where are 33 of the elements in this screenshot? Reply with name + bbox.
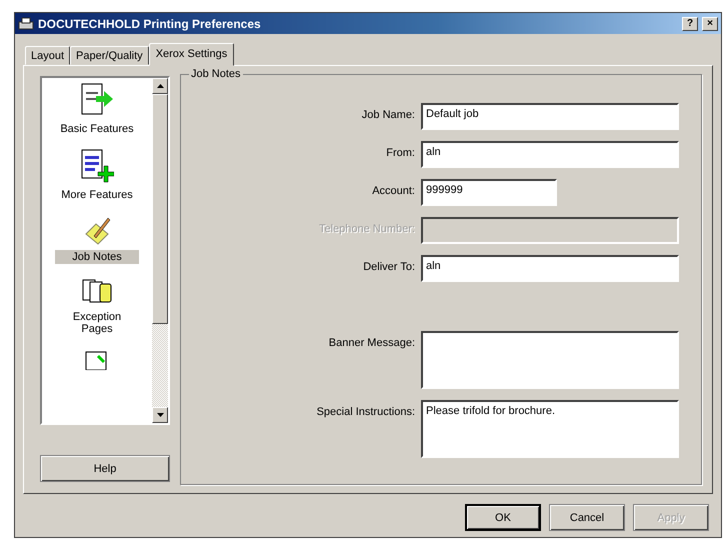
sidebar-item[interactable]: Job Notes [55, 250, 139, 264]
document-plus-icon [80, 148, 114, 184]
dialog-button[interactable]: OK [465, 504, 541, 531]
field-label: Special Instructions: [316, 405, 415, 418]
field-label: Account: [371, 184, 415, 197]
sidebar-item[interactable]: Basic Features [55, 122, 139, 136]
help-button[interactable]: ? [682, 16, 698, 30]
input-field[interactable]: aln [421, 141, 679, 168]
scroll-thumb[interactable] [152, 94, 168, 324]
input-field[interactable] [421, 217, 679, 244]
printer-icon [18, 16, 34, 30]
text-area[interactable] [421, 331, 679, 389]
dialog-button[interactable]: Cancel [549, 504, 625, 531]
field-label: Job Name: [360, 108, 415, 121]
sidebar-item[interactable]: Exception Pages [55, 310, 139, 336]
window-title: DOCUTECHHOLD Printing Preferences [38, 16, 262, 30]
down-arrow-icon [156, 413, 164, 417]
tab[interactable]: Xerox Settings [148, 43, 234, 66]
sidebar-item[interactable]: More Features [55, 188, 139, 202]
tab[interactable]: Paper/Quality [70, 46, 149, 65]
help-button[interactable]: Help [40, 455, 170, 482]
input-field[interactable]: 999999 [421, 179, 557, 206]
field-label: Deliver To: [362, 260, 415, 273]
close-button[interactable]: × [702, 16, 718, 30]
text-area[interactable]: Please trifold for brochure. [421, 400, 679, 458]
scrollbar[interactable] [152, 78, 168, 423]
field-label: Banner Message: [328, 336, 415, 349]
group-title: Job Notes [189, 68, 243, 80]
input-field[interactable]: aln [421, 255, 679, 282]
field-label: From: [385, 146, 415, 159]
input-field[interactable]: Default job [421, 103, 679, 130]
up-arrow-icon [156, 84, 164, 88]
tab[interactable]: Layout [25, 46, 70, 65]
